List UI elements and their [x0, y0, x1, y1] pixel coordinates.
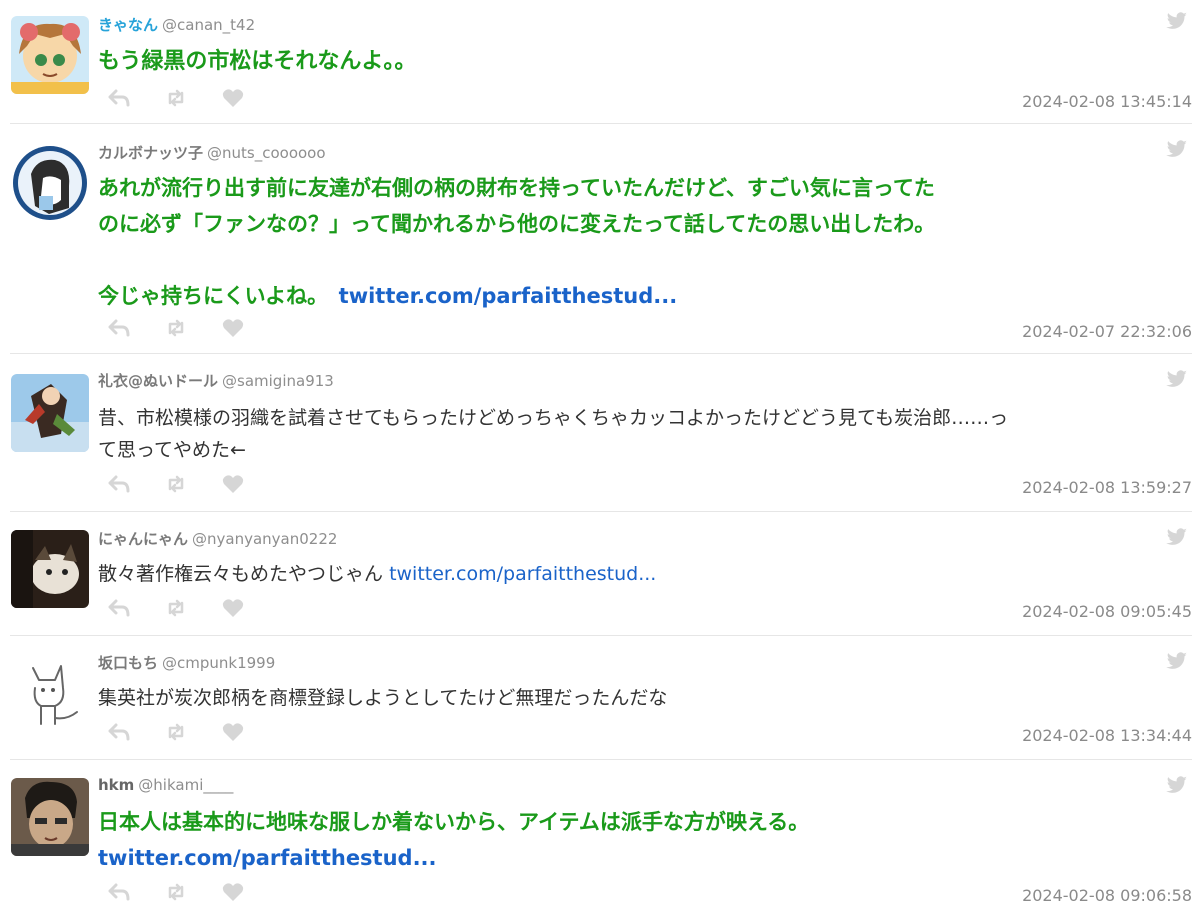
author-name[interactable]: 坂口もち [98, 654, 158, 672]
twitter-bird-icon[interactable] [1166, 140, 1188, 162]
avatar[interactable] [11, 16, 89, 94]
tweet-text: 日本人は基本的に地味な服しか着ないから、アイテムは派手な方が映える。 twitt… [98, 804, 1190, 876]
author-name[interactable]: hkm [98, 776, 134, 794]
tweet-item: 坂口もち @cmpunk1999 集英社が炭次郎柄を商標登録しようとしてたけど無理… [0, 636, 1200, 760]
tweet-text: 昔、市松模様の羽織を試着させてもらったけどめっちゃくちゃカッコよかったけどどう見… [98, 402, 1190, 466]
retweet-icon[interactable] [165, 723, 187, 745]
like-icon[interactable] [222, 88, 244, 112]
tweet-actions [108, 882, 274, 904]
author-name[interactable]: 礼衣@ぬいドール [98, 372, 218, 390]
author-handle[interactable]: @samigina913 [222, 372, 334, 390]
tweet-timestamp[interactable]: 2024-02-07 22:32:06 [1022, 322, 1192, 341]
tweet-text: 集英社が炭次郎柄を商標登録しようとしてたけど無理だったんだな [98, 682, 1190, 714]
tweet-actions [108, 598, 274, 620]
tweet-actions [108, 722, 274, 744]
reply-icon[interactable] [108, 723, 130, 745]
tweet-text-line: あれが流行り出す前に友達が右側の柄の財布を持っていたんだけど、すごい気に言ってた [98, 176, 935, 200]
tweet-actions [108, 474, 274, 496]
tweet-item: hkm @hikami____ 日本人は基本的に地味な服しか着ないから、アイテムは… [0, 760, 1200, 908]
twitter-bird-icon[interactable] [1166, 776, 1188, 798]
tweet-text: もう緑黒の市松はそれなんよ。。 [98, 44, 1190, 80]
reply-icon[interactable] [108, 475, 130, 497]
tweet-item: 礼衣@ぬいドール @samigina913 昔、市松模様の羽織を試着させてもらった… [0, 354, 1200, 512]
retweet-icon[interactable] [165, 89, 187, 111]
reply-icon[interactable] [108, 599, 130, 621]
reply-icon[interactable] [108, 883, 130, 905]
tweet-link[interactable]: twitter.com/parfaitthestud... [98, 846, 437, 870]
tweet-timestamp[interactable]: 2024-02-08 13:34:44 [1022, 726, 1192, 745]
twitter-bird-icon[interactable] [1166, 528, 1188, 550]
avatar[interactable] [11, 530, 89, 608]
author-row: にゃんにゃん @nyanyanyan0222 [98, 528, 337, 549]
tweet-actions [108, 318, 274, 340]
tweet-text-line: 昔、市松模様の羽織を試着させてもらったけどめっちゃくちゃカッコよかったけどどう見… [98, 407, 1009, 429]
tweet-feed: きゃなん @canan_t42 もう緑黒の市松はそれなんよ。。 2024-02-0… [0, 0, 1200, 908]
tweet-timestamp[interactable]: 2024-02-08 13:59:27 [1022, 478, 1192, 497]
author-handle[interactable]: @nuts_coooooo [207, 144, 326, 162]
tweet-item: にゃんにゃん @nyanyanyan0222 散々著作権云々もめたやつじゃん tw… [0, 512, 1200, 636]
author-name[interactable]: きゃなん [98, 16, 158, 34]
tweet-text-line: twitter.com/parfaitthestud... [98, 840, 1190, 876]
author-handle[interactable]: @hikami____ [138, 776, 233, 794]
like-icon[interactable] [222, 318, 244, 342]
retweet-icon[interactable] [165, 319, 187, 341]
like-icon[interactable] [222, 474, 244, 498]
like-icon[interactable] [222, 882, 244, 906]
tweet-text-body: 散々著作権云々もめたやつじゃん [98, 563, 384, 585]
tweet-timestamp[interactable]: 2024-02-08 09:06:58 [1022, 886, 1192, 905]
tweet-link[interactable]: twitter.com/parfaitthestud... [339, 284, 678, 308]
tweet-text-body: 今じゃ持ちにくいよね。 [98, 284, 318, 308]
author-row: hkm @hikami____ [98, 776, 233, 794]
twitter-bird-icon[interactable] [1166, 12, 1188, 34]
like-icon[interactable] [222, 722, 244, 746]
author-row: 坂口もち @cmpunk1999 [98, 652, 275, 673]
reply-icon[interactable] [108, 319, 130, 341]
author-row: カルボナッツ子 @nuts_coooooo [98, 142, 326, 163]
tweet-text-body: 集英社が炭次郎柄を商標登録しようとしてたけど無理だったんだな [98, 687, 668, 709]
avatar[interactable] [11, 654, 89, 732]
tweet-text-line: 日本人は基本的に地味な服しか着ないから、アイテムは派手な方が映える。 [98, 810, 810, 834]
tweet-timestamp[interactable]: 2024-02-08 13:45:14 [1022, 92, 1192, 111]
tweet-item: きゃなん @canan_t42 もう緑黒の市松はそれなんよ。。 2024-02-0… [0, 0, 1200, 124]
retweet-icon[interactable] [165, 883, 187, 905]
tweet-text-line: のに必ず「ファンなの？」って聞かれるから他のに変えたって話してたの思い出したわ。 [98, 212, 936, 236]
like-icon[interactable] [222, 598, 244, 622]
author-handle[interactable]: @canan_t42 [162, 16, 255, 34]
author-name[interactable]: カルボナッツ子 [98, 144, 203, 162]
tweet-link[interactable]: twitter.com/parfaitthestud... [389, 563, 656, 585]
avatar[interactable] [11, 144, 89, 222]
twitter-bird-icon[interactable] [1166, 652, 1188, 674]
reply-icon[interactable] [108, 89, 130, 111]
avatar[interactable] [11, 374, 89, 452]
author-row: きゃなん @canan_t42 [98, 14, 255, 35]
avatar[interactable] [11, 778, 89, 856]
author-row: 礼衣@ぬいドール @samigina913 [98, 370, 334, 391]
tweet-item: カルボナッツ子 @nuts_coooooo あれが流行り出す前に友達が右側の柄の財… [0, 124, 1200, 354]
tweet-text-line: て思ってやめた← [98, 439, 246, 461]
author-handle[interactable]: @nyanyanyan0222 [192, 530, 337, 548]
tweet-text: 散々著作権云々もめたやつじゃん twitter.com/parfaitthest… [98, 558, 1190, 590]
retweet-icon[interactable] [165, 475, 187, 497]
author-name[interactable]: にゃんにゃん [98, 530, 188, 548]
tweet-timestamp[interactable]: 2024-02-08 09:05:45 [1022, 602, 1192, 621]
twitter-bird-icon[interactable] [1166, 370, 1188, 392]
tweet-text: あれが流行り出す前に友達が右側の柄の財布を持っていたんだけど、すごい気に言ってた… [98, 170, 1190, 314]
tweet-text-body: もう緑黒の市松はそれなんよ。。 [98, 49, 417, 74]
author-handle[interactable]: @cmpunk1999 [162, 654, 275, 672]
retweet-icon[interactable] [165, 599, 187, 621]
tweet-actions [108, 88, 274, 110]
tweet-text-line: 今じゃ持ちにくいよね。 twitter.com/parfaitthestud..… [98, 278, 1190, 314]
